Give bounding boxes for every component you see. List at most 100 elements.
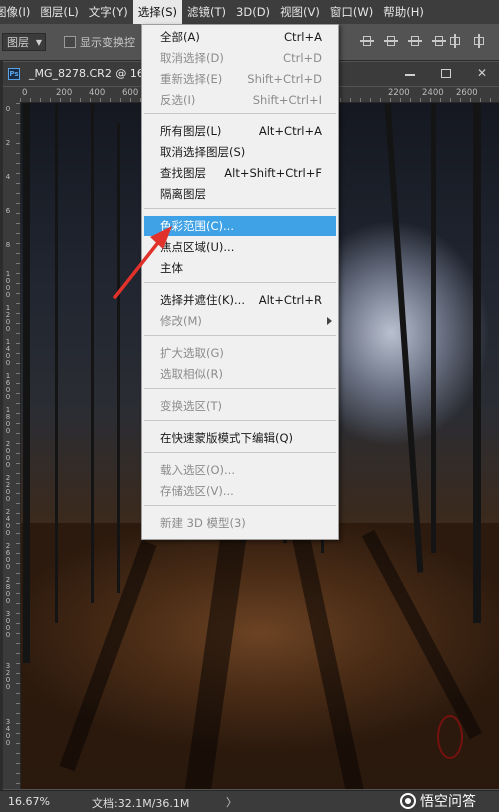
ruler-tick-label: 6 xyxy=(5,207,11,215)
layer-select-dropdown[interactable]: 图层 ▼ xyxy=(2,33,46,51)
menu-item-reselect[interactable]: 重新选择(E) Shift+Ctrl+D xyxy=(144,69,336,89)
menu-item-label: 新建 3D 模型(3) xyxy=(160,516,246,530)
align-center-icon[interactable] xyxy=(472,34,486,48)
align-top-icon[interactable] xyxy=(360,34,374,48)
menu-item-label: 隔离图层 xyxy=(160,187,206,201)
document-title: _MG_8278.CR2 @ 16. xyxy=(29,67,148,80)
menu-item-label: 变换选区(T) xyxy=(160,399,222,413)
menu-item-modify[interactable]: 修改(M) xyxy=(144,311,336,331)
align-tools xyxy=(360,34,486,48)
ruler-tick-label: 2000 xyxy=(5,440,11,469)
chevron-down-icon: ▼ xyxy=(35,38,42,47)
photoshop-file-icon: Ps xyxy=(8,68,20,80)
tree-trunk xyxy=(55,103,58,623)
menu-filter[interactable]: 滤镜(T) xyxy=(182,0,231,24)
menu-item-quick-mask[interactable]: 在快速蒙版模式下编辑(Q) xyxy=(144,428,336,448)
close-icon[interactable]: ✕ xyxy=(475,66,489,80)
zoom-level[interactable]: 16.67% xyxy=(8,795,50,808)
menu-item-grow[interactable]: 扩大选取(G) xyxy=(144,343,336,363)
menu-item-shortcut: Alt+Ctrl+A xyxy=(258,124,322,138)
watermark: 悟空问答 xyxy=(400,791,476,811)
ruler-tick-label: 2400 xyxy=(5,508,11,537)
menu-window[interactable]: 窗口(W) xyxy=(325,0,378,24)
menu-layer[interactable]: 图层(L) xyxy=(35,0,83,24)
ruler-tick-label: 2200 xyxy=(5,474,11,503)
maximize-icon[interactable] xyxy=(439,66,453,80)
ruler-tick-label: 200 xyxy=(56,88,73,98)
menu-item-inverse[interactable]: 反选(I) Shift+Ctrl+I xyxy=(144,90,336,110)
menu-separator xyxy=(144,335,336,336)
menu-item-shortcut: Shift+Ctrl+D xyxy=(247,72,322,86)
menu-item-label: 存储选区(V)... xyxy=(160,484,234,498)
menu-item-focus-area[interactable]: 焦点区域(U)... xyxy=(144,237,336,257)
wukong-logo-icon xyxy=(400,793,416,809)
vertical-ruler[interactable]: 0 2 4 6 8 1000 1200 1400 1600 1800 2000 … xyxy=(3,103,21,789)
menu-separator xyxy=(144,452,336,453)
menu-item-deselect[interactable]: 取消选择(D) Ctrl+D xyxy=(144,48,336,68)
menu-item-label: 选取相似(R) xyxy=(160,367,223,381)
ruler-tick-label: 1800 xyxy=(5,406,11,435)
menu-item-label: 重新选择(E) xyxy=(160,72,223,86)
ruler-tick-label: 2800 xyxy=(5,576,11,605)
menu-item-label: 载入选区(O)... xyxy=(160,463,235,477)
menu-item-select-and-mask[interactable]: 选择并遮住(K)... Alt+Ctrl+R xyxy=(144,290,336,310)
menu-item-similar[interactable]: 选取相似(R) xyxy=(144,364,336,384)
menu-item-load-selection[interactable]: 载入选区(O)... xyxy=(144,460,336,480)
ruler-tick-label: 8 xyxy=(5,241,11,249)
menu-bar: 图像(I) 图层(L) 文字(Y) 选择(S) 滤镜(T) 3D(D) 视图(V… xyxy=(0,0,499,24)
menu-item-shortcut: Alt+Shift+Ctrl+F xyxy=(224,166,322,180)
menu-item-label: 色彩范围(C)... xyxy=(160,219,234,233)
align-bottom-icon[interactable] xyxy=(408,34,422,48)
ruler-tick-label: 2600 xyxy=(5,542,11,571)
menu-item-subject[interactable]: 主体 xyxy=(144,258,336,278)
menu-item-shortcut: Alt+Ctrl+R xyxy=(258,293,322,307)
menu-view[interactable]: 视图(V) xyxy=(275,0,325,24)
separator xyxy=(432,34,446,48)
ruler-tick-label: 0 xyxy=(5,105,11,113)
menu-item-label: 主体 xyxy=(160,261,183,275)
menu-separator xyxy=(144,208,336,209)
menu-item-find-layers[interactable]: 查找图层 Alt+Shift+Ctrl+F xyxy=(144,163,336,183)
align-left-icon[interactable] xyxy=(448,34,462,48)
menu-item-label: 修改(M) xyxy=(160,314,202,328)
document-size: 文档:32.1M/36.1M xyxy=(92,797,190,810)
menu-item-isolate-layers[interactable]: 隔离图层 xyxy=(144,184,336,204)
ruler-tick-label: 1600 xyxy=(5,372,11,401)
menu-item-save-selection[interactable]: 存储选区(V)... xyxy=(144,481,336,501)
status-menu-arrow[interactable]: 〉 xyxy=(226,794,237,810)
menu-item-all-layers[interactable]: 所有图层(L) Alt+Ctrl+A xyxy=(144,121,336,141)
menu-image[interactable]: 图像(I) xyxy=(0,0,35,24)
menu-item-label: 焦点区域(U)... xyxy=(160,240,235,254)
menu-separator xyxy=(144,420,336,421)
menu-3d[interactable]: 3D(D) xyxy=(231,0,275,24)
menu-item-new-3d-extrusion[interactable]: 新建 3D 模型(3) xyxy=(144,513,336,533)
menu-item-transform-selection[interactable]: 变换选区(T) xyxy=(144,396,336,416)
menu-select[interactable]: 选择(S) xyxy=(132,0,183,24)
window-controls: ✕ xyxy=(403,66,489,80)
ruler-corner[interactable] xyxy=(3,87,21,104)
submenu-arrow-icon xyxy=(327,317,332,325)
ruler-tick-label: 3200 xyxy=(5,662,11,691)
show-transform-checkbox[interactable] xyxy=(64,36,76,48)
menu-item-shortcut: Ctrl+A xyxy=(284,30,322,44)
menu-separator xyxy=(144,113,336,114)
select-menu-dropdown: 全部(A) Ctrl+A 取消选择(D) Ctrl+D 重新选择(E) Shif… xyxy=(141,24,339,540)
ruler-tick-label: 2200 xyxy=(388,88,410,98)
ruler-tick-label: 1400 xyxy=(5,338,11,367)
tree-trunk xyxy=(431,103,436,553)
menu-help[interactable]: 帮助(H) xyxy=(378,0,429,24)
align-middle-icon[interactable] xyxy=(384,34,398,48)
menu-item-color-range[interactable]: 色彩范围(C)... xyxy=(144,216,336,236)
watermark-text: 悟空问答 xyxy=(420,794,476,810)
menu-item-label: 取消选择(D) xyxy=(160,51,224,65)
menu-separator xyxy=(144,388,336,389)
menu-item-label: 反选(I) xyxy=(160,93,196,107)
ruler-tick-label: 4 xyxy=(5,173,11,181)
menu-item-shortcut: Ctrl+D xyxy=(283,51,322,65)
tree-trunk xyxy=(91,103,94,603)
menu-item-deselect-layers[interactable]: 取消选择图层(S) xyxy=(144,142,336,162)
menu-type[interactable]: 文字(Y) xyxy=(84,0,133,24)
menu-item-select-all[interactable]: 全部(A) Ctrl+A xyxy=(144,27,336,47)
tree-trunk xyxy=(384,103,424,573)
minimize-icon[interactable] xyxy=(403,66,417,80)
